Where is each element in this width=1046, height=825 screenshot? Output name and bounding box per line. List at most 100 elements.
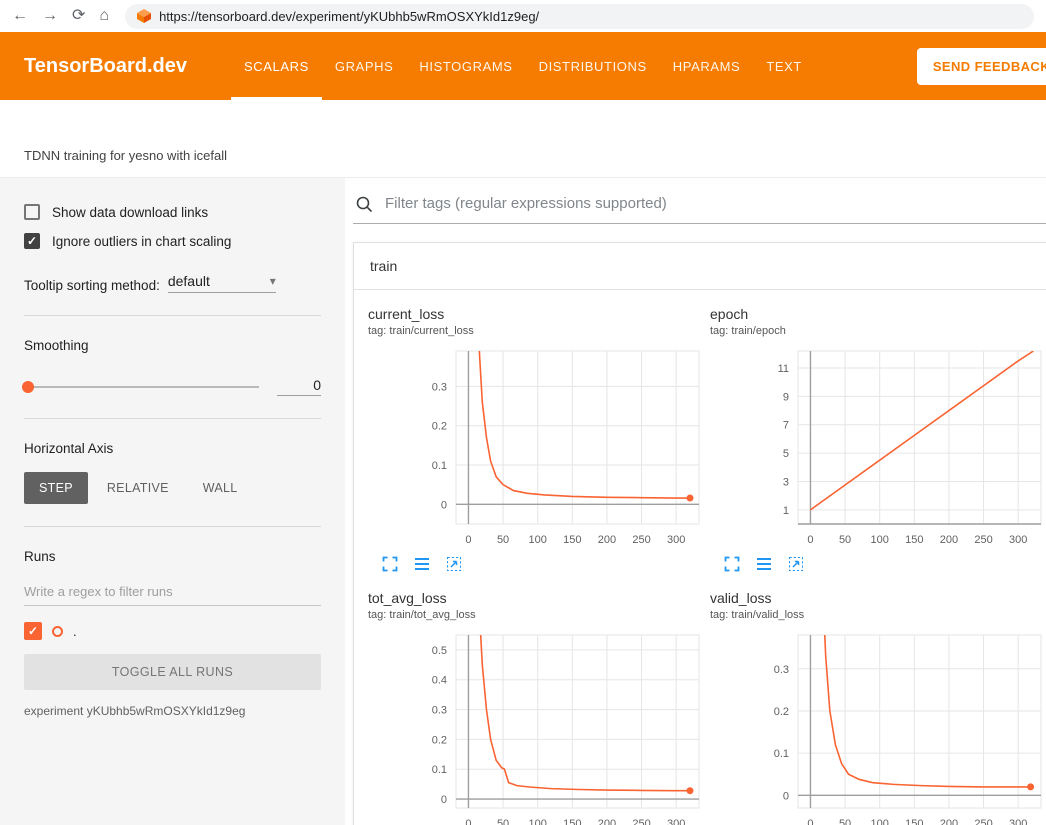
svg-text:200: 200: [598, 534, 616, 546]
tab-histograms[interactable]: HISTOGRAMS: [406, 32, 525, 100]
svg-text:50: 50: [839, 534, 851, 546]
svg-text:0.2: 0.2: [432, 734, 447, 746]
home-icon[interactable]: ⌂: [99, 8, 109, 24]
svg-text:0.2: 0.2: [774, 706, 789, 718]
step-axis-button[interactable]: STEP: [24, 472, 88, 504]
experiment-title: TDNN training for yesno with icefall: [24, 148, 227, 163]
expand-chart-icon[interactable]: [724, 556, 740, 572]
smoothing-label: Smoothing: [24, 338, 321, 353]
forward-icon[interactable]: →: [42, 8, 58, 24]
svg-text:100: 100: [529, 818, 547, 825]
chart-tag: tag: train/current_loss: [368, 325, 705, 337]
section-header-train[interactable]: train: [354, 243, 1046, 290]
line-chart[interactable]: 00.10.20.3050100150200250300: [368, 345, 705, 550]
divider: [24, 526, 321, 527]
svg-text:50: 50: [497, 818, 509, 825]
toggle-all-runs-button[interactable]: TOGGLE ALL RUNS: [24, 654, 321, 690]
line-chart[interactable]: 00.10.20.3050100150200250300: [710, 629, 1046, 825]
line-chart[interactable]: 1357911050100150200250300: [710, 345, 1046, 550]
smoothing-slider[interactable]: [24, 386, 259, 388]
horizontal-axis-buttons: STEP RELATIVE WALL: [24, 472, 321, 504]
checkbox-label: Show data download links: [52, 205, 208, 220]
smoothing-value[interactable]: 0: [277, 377, 321, 396]
horizontal-axis-label: Horizontal Axis: [24, 441, 321, 456]
svg-text:0.1: 0.1: [432, 460, 447, 472]
svg-text:0: 0: [465, 818, 471, 825]
chart-toolbar: [710, 556, 1046, 572]
address-bar[interactable]: https://tensorboard.dev/experiment/yKUbh…: [125, 4, 1034, 29]
charts-grid: current_loss tag: train/current_loss 0 0.…: [354, 290, 1046, 825]
chart-card: epoch tag: train/epoch 13579110501001502…: [710, 306, 1046, 572]
app-logo[interactable]: TensorBoard.dev: [24, 55, 187, 78]
svg-text:200: 200: [940, 818, 958, 825]
runs-label: Runs: [24, 549, 321, 564]
send-feedback-button[interactable]: SEND FEEDBACK: [917, 48, 1046, 85]
view-data-icon[interactable]: [756, 556, 772, 572]
reload-icon[interactable]: ⟳: [72, 8, 85, 24]
svg-text:1: 1: [783, 505, 789, 517]
line-chart[interactable]: 00.10.20.30.40.5050100150200250300: [368, 629, 705, 825]
tooltip-sorting-value: default: [168, 273, 210, 289]
experiment-bar: TDNN training for yesno with icefall: [0, 100, 1046, 178]
svg-text:9: 9: [783, 391, 789, 403]
expand-chart-icon[interactable]: [382, 556, 398, 572]
wall-axis-button[interactable]: WALL: [188, 472, 253, 504]
filter-tags-bar: [353, 192, 1046, 224]
svg-text:0: 0: [441, 499, 447, 511]
search-icon: [355, 195, 373, 213]
experiment-id: experiment yKUbhb5wRmOSXYkId1z9eg: [24, 704, 321, 718]
tab-hparams[interactable]: HPARAMS: [660, 32, 754, 100]
run-row[interactable]: ✓ .: [24, 622, 321, 640]
fit-domain-icon[interactable]: [788, 556, 804, 572]
svg-text:200: 200: [940, 534, 958, 546]
chart-title: current_loss: [368, 306, 705, 322]
svg-text:300: 300: [1009, 534, 1027, 546]
back-icon[interactable]: ←: [12, 8, 28, 24]
svg-text:50: 50: [497, 534, 509, 546]
svg-text:250: 250: [632, 534, 650, 546]
filter-tags-input[interactable]: [383, 194, 1046, 213]
tab-distributions[interactable]: DISTRIBUTIONS: [526, 32, 660, 100]
chart-tag: tag: train/valid_loss: [710, 609, 1046, 621]
tooltip-sorting-row: Tooltip sorting method: default ▾: [24, 273, 321, 293]
show-download-links-checkbox-row[interactable]: Show data download links: [24, 204, 321, 220]
svg-text:150: 150: [905, 818, 923, 825]
fit-domain-icon[interactable]: [446, 556, 462, 572]
train-card: train current_loss tag: train/current_lo…: [353, 242, 1046, 825]
svg-text:0.3: 0.3: [432, 705, 447, 717]
ignore-outliers-checkbox-row[interactable]: ✓ Ignore outliers in chart scaling: [24, 233, 321, 249]
chart-card: tot_avg_loss tag: train/tot_avg_loss 00.…: [368, 590, 705, 825]
svg-text:250: 250: [974, 818, 992, 825]
runs-filter-input[interactable]: [24, 576, 321, 606]
app-header: TensorBoard.dev SCALARSGRAPHSHISTOGRAMSD…: [0, 32, 1046, 100]
view-data-icon[interactable]: [414, 556, 430, 572]
slider-thumb[interactable]: [22, 381, 34, 393]
svg-text:300: 300: [1009, 818, 1027, 825]
svg-text:0.1: 0.1: [774, 748, 789, 760]
svg-text:200: 200: [598, 818, 616, 825]
svg-text:100: 100: [871, 818, 889, 825]
svg-text:150: 150: [905, 534, 923, 546]
tooltip-sorting-select[interactable]: default ▾: [168, 273, 276, 293]
chart-card: current_loss tag: train/current_loss 0 0.…: [368, 306, 705, 572]
tab-text[interactable]: TEXT: [753, 32, 815, 100]
svg-text:0.3: 0.3: [774, 664, 789, 676]
svg-text:250: 250: [974, 534, 992, 546]
browser-chrome: ← → ⟳ ⌂ https://tensorboard.dev/experime…: [0, 0, 1046, 32]
main-content: train current_loss tag: train/current_lo…: [345, 178, 1046, 825]
svg-text:300: 300: [667, 818, 685, 825]
svg-text:0: 0: [783, 790, 789, 802]
run-checkbox[interactable]: ✓: [24, 622, 42, 640]
svg-text:0.4: 0.4: [432, 675, 447, 687]
checkbox-checked-icon[interactable]: ✓: [24, 233, 40, 249]
checkbox-unchecked-icon[interactable]: [24, 204, 40, 220]
svg-text:300: 300: [667, 534, 685, 546]
chart-toolbar: [368, 556, 705, 572]
chart-tag: tag: train/epoch: [710, 325, 1046, 337]
svg-text:7: 7: [783, 420, 789, 432]
content: Show data download links ✓ Ignore outlie…: [0, 178, 1046, 825]
svg-text:0: 0: [441, 794, 447, 806]
tab-scalars[interactable]: SCALARS: [231, 32, 322, 100]
tab-graphs[interactable]: GRAPHS: [322, 32, 407, 100]
relative-axis-button[interactable]: RELATIVE: [92, 472, 184, 504]
